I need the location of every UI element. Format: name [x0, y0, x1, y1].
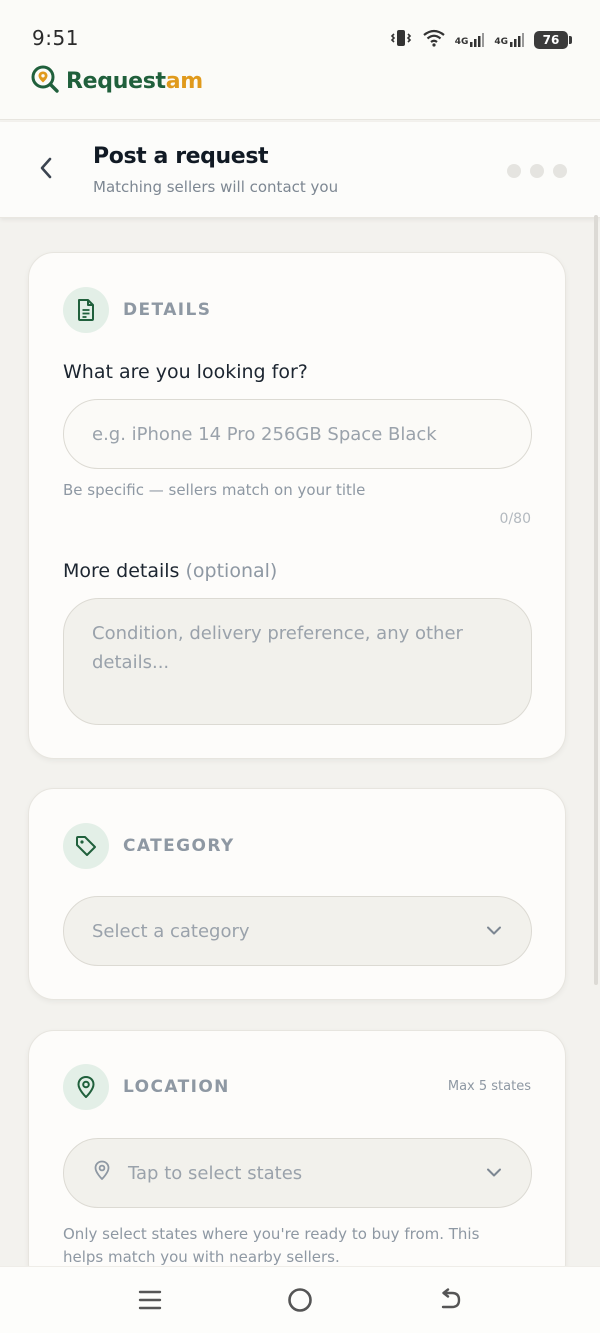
brand-name-accent: am — [165, 68, 203, 94]
title-input-placeholder: e.g. iPhone 14 Pro 256GB Space Black — [92, 423, 437, 445]
states-select[interactable]: Tap to select states — [63, 1138, 532, 1208]
tag-icon — [63, 823, 109, 869]
search-pin-logo-icon — [30, 64, 60, 98]
back-arrow-icon — [437, 1288, 463, 1316]
map-pin-icon — [92, 1160, 112, 1187]
step-dot-1 — [507, 164, 521, 178]
chevron-down-icon — [485, 1163, 503, 1184]
details-section-label: DETAILS — [123, 300, 212, 320]
page-subtitle: Matching sellers will contact you — [93, 178, 339, 196]
back-nav-button[interactable] — [435, 1287, 465, 1317]
step-indicator — [507, 164, 567, 178]
chevron-left-icon — [38, 156, 54, 184]
more-details-label-text: More details — [63, 560, 180, 582]
category-select[interactable]: Select a category — [63, 896, 532, 966]
signal-icon-1: 4G — [455, 33, 485, 47]
page-title: Post a request — [93, 144, 269, 169]
title-char-counter: 0/80 — [499, 511, 531, 527]
category-card: CATEGORY Select a category — [28, 788, 566, 1000]
status-time: 9:51 — [32, 26, 79, 50]
signal-icon-2: 4G — [494, 33, 524, 47]
document-icon — [63, 287, 109, 333]
title-field-label: What are you looking for? — [63, 361, 308, 383]
brand-name: Requestam — [66, 69, 203, 94]
more-details-label: More details (optional) — [63, 560, 277, 582]
optional-tag: (optional) — [185, 560, 278, 582]
location-help-text: Only select states where you're ready to… — [63, 1225, 480, 1266]
location-section-label: LOCATION — [123, 1077, 230, 1097]
page-header: Post a request Matching sellers will con… — [0, 122, 600, 218]
details-card: DETAILS What are you looking for? e.g. i… — [28, 252, 566, 759]
scrollbar[interactable] — [594, 215, 598, 985]
title-hint: Be specific — sellers match on your titl… — [63, 481, 366, 499]
battery-indicator: 76 — [534, 31, 572, 49]
more-details-placeholder: Condition, delivery preference, any othe… — [92, 623, 463, 673]
map-pin-icon — [63, 1064, 109, 1110]
home-circle-icon — [287, 1287, 313, 1317]
location-card: LOCATION Max 5 states Tap to select stat… — [28, 1030, 566, 1290]
menu-button[interactable] — [135, 1287, 165, 1317]
step-dot-3 — [553, 164, 567, 178]
wifi-icon — [423, 29, 445, 51]
more-details-textarea[interactable]: Condition, delivery preference, any othe… — [63, 598, 532, 725]
status-icons: 4G 4G 76 — [389, 28, 572, 52]
status-bar: 9:51 4G 4G 76 — [0, 0, 600, 60]
brand-name-prefix: Request — [66, 68, 166, 94]
location-max-note: Max 5 states — [447, 1079, 531, 1094]
states-select-placeholder: Tap to select states — [128, 1162, 303, 1184]
home-button[interactable] — [285, 1287, 315, 1317]
chevron-down-icon — [485, 921, 503, 942]
brand-logo: Requestam — [30, 64, 203, 98]
menu-icon — [138, 1289, 162, 1315]
step-dot-2 — [530, 164, 544, 178]
system-nav-bar — [0, 1266, 600, 1333]
category-section-label: CATEGORY — [123, 836, 235, 856]
back-button[interactable] — [30, 154, 62, 186]
title-input[interactable]: e.g. iPhone 14 Pro 256GB Space Black — [63, 399, 532, 469]
vibrate-icon — [389, 28, 413, 52]
category-select-placeholder: Select a category — [92, 920, 250, 942]
app-header: Requestam — [0, 60, 600, 120]
